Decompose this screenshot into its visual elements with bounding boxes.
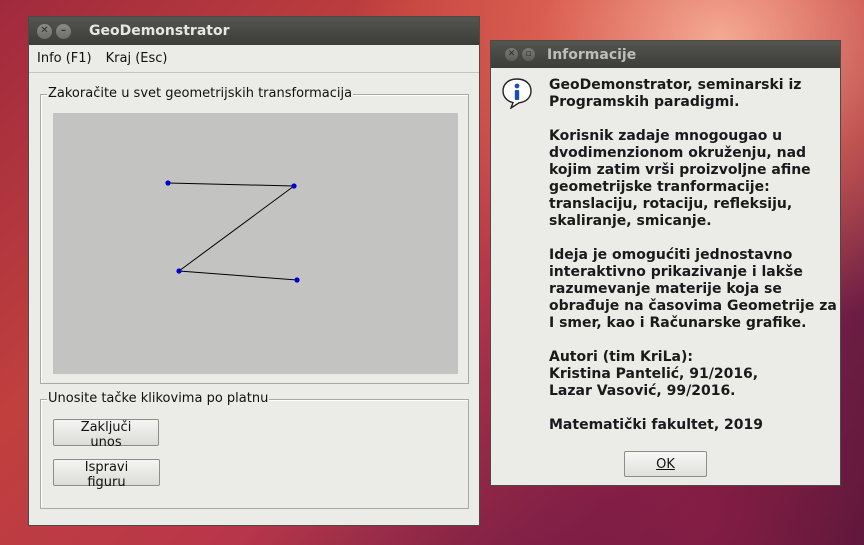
main-window: ✕ – GeoDemonstrator Info (F1) Kraj (Esc)… (28, 16, 480, 526)
info-dialog: ✕ ▫ Informacije GeoDemonstrator, seminar… (490, 40, 841, 486)
input-group: Unosite tačke klikovima po platnu Zaklju… (40, 391, 469, 509)
info-paragraph-3: Ideja je omogućiti jednostavno interakti… (549, 247, 837, 331)
dialog-title: Informacije (547, 46, 637, 63)
authors-block: Autori (tim KriLa): Kristina Pantelić, 9… (549, 349, 839, 400)
polygon-edge (167, 182, 295, 187)
drawing-canvas[interactable] (53, 113, 458, 374)
polygon-edge (178, 270, 298, 281)
info-paragraph-1: GeoDemonstrator, seminarski iz Programsk… (549, 77, 802, 110)
polygon-drawing (165, 180, 300, 283)
info-icon (502, 78, 532, 109)
polygon-vertex[interactable] (165, 180, 171, 186)
author-1: Kristina Pantelić, 91/2016, (549, 366, 759, 382)
fix-figure-button[interactable]: Ispravi figuru (53, 459, 160, 490)
finish-input-button[interactable]: Zaključi unos (53, 419, 159, 450)
main-titlebar[interactable]: ✕ – GeoDemonstrator (29, 17, 479, 45)
canvas-group-title: Zakoračite u svet geometrijskih transfor… (47, 86, 354, 102)
menu-exit[interactable]: Kraj (Esc) (106, 49, 168, 68)
info-paragraph-2: Korisnik zadaje mnogougao u dvodimenzion… (549, 128, 811, 229)
polygon-edge (178, 185, 295, 272)
ok-button[interactable]: OK (624, 451, 707, 477)
author-2: Lazar Vasović, 99/2016. (549, 383, 736, 399)
info-titlebar[interactable]: ✕ ▫ Informacije (491, 41, 840, 68)
polygon-vertex[interactable] (294, 277, 300, 283)
canvas-group: Zakoračite u svet geometrijskih transfor… (40, 86, 469, 384)
minimize-icon[interactable]: – (56, 23, 71, 39)
info-footer: Matematički fakultet, 2019 (549, 417, 764, 433)
maximize-icon[interactable]: ▫ (522, 48, 535, 61)
close-icon[interactable]: ✕ (505, 48, 518, 61)
menubar: Info (F1) Kraj (Esc) (29, 45, 479, 73)
authors-heading: Autori (tim KriLa): (549, 349, 693, 365)
menu-info[interactable]: Info (F1) (37, 49, 92, 68)
input-group-title: Unosite tačke klikovima po platnu (47, 391, 270, 407)
polygon-vertex[interactable] (291, 183, 297, 189)
polygon-vertex[interactable] (176, 268, 182, 274)
close-icon[interactable]: ✕ (37, 23, 52, 39)
info-message: GeoDemonstrator, seminarski iz Programsk… (549, 77, 839, 451)
window-title: GeoDemonstrator (89, 23, 230, 39)
